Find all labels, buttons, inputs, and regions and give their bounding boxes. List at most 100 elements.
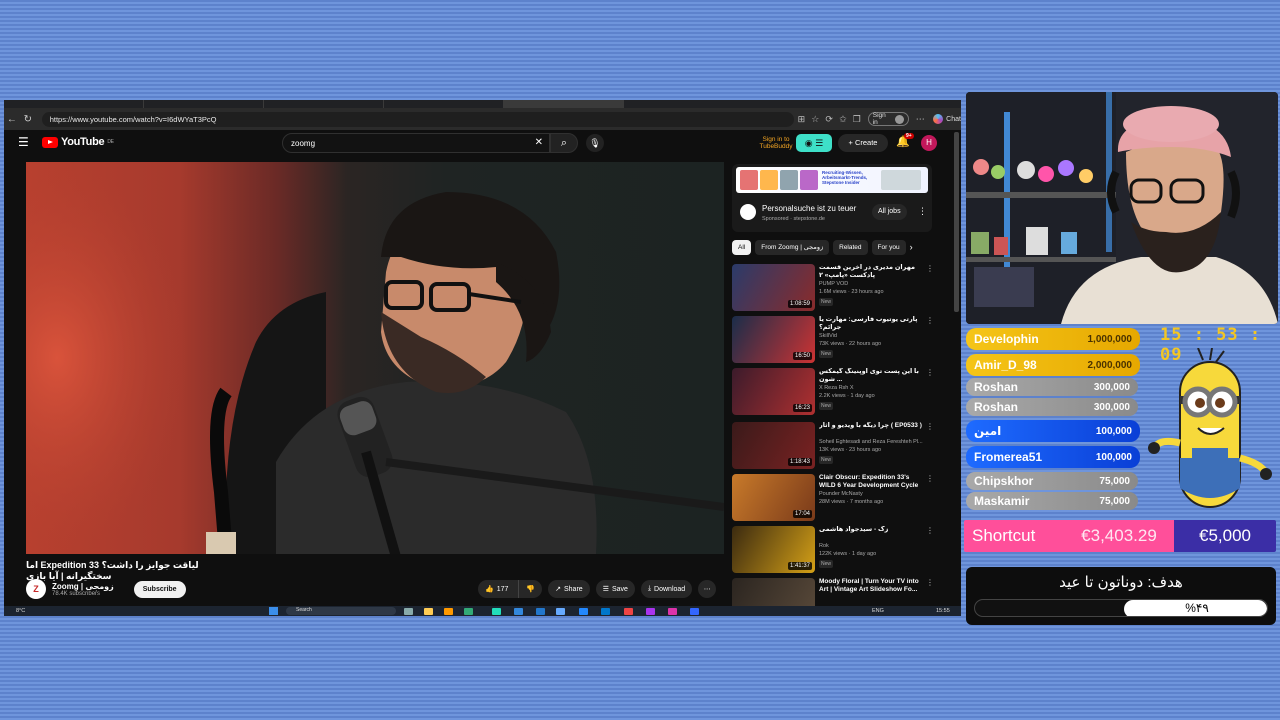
recommended-video[interactable]: 1:18:43 چرا دیگه با ویدیو و آثار ( EP0533… [732,422,934,472]
chat-button[interactable]: Chat [933,114,961,124]
more-options-icon[interactable]: ⋮ [926,526,934,535]
more-options-icon[interactable]: ⋮ [926,578,934,587]
goal-name: Shortcut [964,520,1064,552]
browser-tab[interactable] [264,100,384,108]
download-button[interactable]: ⤓ Download [640,580,693,598]
more-options-icon[interactable]: ⋮ [926,422,934,431]
taskbar-app-icon[interactable] [579,608,588,615]
taskbar-app-icon[interactable] [668,608,677,615]
video-title[interactable]: با این پست توی اوپنینگ گیمکس شون ... [819,368,923,384]
channel-name[interactable]: X Reza Rsh X [819,385,854,391]
ad-more-icon[interactable]: ⋮ [918,206,927,217]
voice-search-icon[interactable]: 🎙 [586,134,604,152]
taskbar-app-icon[interactable] [492,608,501,615]
back-icon[interactable]: ← [4,114,20,125]
video-title[interactable]: زک - سیدجواد هاشمی [819,526,923,534]
video-title[interactable]: پارتی یوتیوب فارسی: مهارت یا جرائم؟ [819,316,923,332]
recommended-video[interactable]: 1:41:37 زک - سیدجواد هاشمی Rok 122K views ·… [732,526,934,576]
refresh-icon[interactable]: ↻ [20,114,36,125]
channel-name[interactable]: Pounder McNasty [819,491,863,497]
taskbar-app-icon[interactable] [536,608,545,615]
video-thumbnail[interactable]: 16:50 [732,316,815,363]
youtube-logo[interactable]: YouTube DE [42,136,114,148]
chip-all[interactable]: All [732,240,752,255]
video-thumbnail[interactable]: 16:23 [732,368,815,415]
channel-name[interactable]: Soheil Eghtesadi and Reza Fereshteh Pl..… [819,439,923,445]
more-options-icon[interactable]: ⋮ [926,264,934,273]
grid-icon[interactable]: ⊞ [794,114,808,125]
more-actions-icon[interactable]: ⋯ [698,580,717,598]
taskbar-app-icon[interactable] [464,608,473,615]
tubebuddy-signin[interactable]: Sign in to TubeBuddy [756,136,796,150]
more-options-icon[interactable]: ⋮ [926,474,934,483]
taskbar-search[interactable]: Search [286,607,396,615]
avatar[interactable]: H [921,135,937,151]
language-indicator[interactable]: ENG [872,608,884,614]
video-thumbnail[interactable]: 1:41:37 [732,526,815,573]
subscribe-button[interactable]: Subscribe [133,580,186,598]
chevron-right-icon[interactable]: › [910,240,913,256]
taskbar-app-icon[interactable] [514,608,523,615]
channel-avatar[interactable]: Z [26,579,46,599]
favorites-icon[interactable]: ✩ [836,114,850,125]
taskbar-app-icon[interactable] [646,608,655,615]
dislike-button[interactable]: 👎 [518,580,542,598]
recommended-video[interactable]: 16:50 پارتی یوتیوب فارسی: مهارت یا جرائم؟… [732,316,934,366]
taskbar-app-icon[interactable] [601,608,610,615]
ad-banner[interactable]: Recruiting-Wissen, Arbeitsmarkt-Trends, … [736,167,928,193]
channel-name[interactable]: PUMP VOD [819,281,848,287]
url-field[interactable]: https://www.youtube.com/watch?v=I6dWYaT3… [41,111,795,127]
windows-start-icon[interactable] [269,607,278,615]
share-button[interactable]: ↗ Share [548,580,590,598]
browser-tab[interactable] [144,100,264,108]
menu-icon[interactable]: ☰ [18,135,29,149]
chip-from-channel[interactable]: From Zoomg | زومجی [755,240,830,255]
video-player[interactable] [26,162,724,554]
scrollbar[interactable] [954,132,959,312]
chip-related[interactable]: Related [833,240,868,255]
signin-button[interactable]: Sign in [867,112,910,126]
browser-tab[interactable] [24,100,144,108]
recommended-video[interactable]: 16:23 با این پست توی اوپنینگ گیمکس شون ..… [732,368,934,418]
extension-icon[interactable]: ⟳ [822,114,836,125]
channel-name[interactable]: SkillVid [819,333,837,339]
taskbar-app-icon[interactable] [424,608,433,615]
notifications-icon[interactable]: 🔔 9+ [896,133,914,148]
all-jobs-button[interactable]: All jobs [872,204,907,220]
video-thumbnail[interactable]: 17:04 [732,474,815,521]
video-title[interactable]: چرا دیگه با ویدیو و آثار ( EP0533 ) [819,422,923,430]
video-title[interactable]: Moody Floral | Turn Your TV into Art | V… [819,578,923,594]
taskbar-app-icon[interactable] [690,608,699,615]
like-button[interactable]: 👍 177 [478,580,515,598]
video-thumbnail[interactable]: 1:08:59 [732,264,815,311]
tubebuddy-menu-button[interactable]: ◉ ☰ [796,134,832,152]
more-icon[interactable]: ⋯ [913,114,927,125]
goal-current: €3,403.29 [1064,520,1174,552]
taskbar-app-icon[interactable] [556,608,565,615]
video-title[interactable]: Clair Obscur: Expedition 33's WILD 6 Yea… [819,474,923,490]
save-button[interactable]: ☰ Save [595,580,635,598]
recommended-video[interactable]: 17:04 Clair Obscur: Expedition 33's WILD … [732,474,934,524]
sponsored-ad[interactable]: Recruiting-Wissen, Arbeitsmarkt-Trends, … [732,164,932,232]
browser-tab-active[interactable] [504,100,624,108]
channel-name[interactable]: Zoomg | زومجی [52,582,114,591]
clear-search-icon[interactable]: ✕ [535,137,543,148]
weather-widget[interactable]: 8°C [16,608,25,614]
taskbar-app-icon[interactable] [444,608,453,615]
search-input[interactable]: zoomg ✕ [282,133,550,153]
video-thumbnail[interactable]: 1:18:43 [732,422,815,469]
taskbar-app-icon[interactable] [624,608,633,615]
like-count: 177 [496,585,509,593]
chip-for-you[interactable]: For you [871,240,906,255]
recommended-video[interactable]: 1:08:59 مهران مدیری در آخرین قسمت پادکست … [732,264,934,314]
create-button[interactable]: + Create [838,134,888,152]
search-button[interactable]: ⌕ [550,133,578,153]
more-options-icon[interactable]: ⋮ [926,368,934,377]
more-options-icon[interactable]: ⋮ [926,316,934,325]
star-icon[interactable]: ☆ [808,114,822,125]
browser-tab[interactable] [384,100,504,108]
taskbar-app-icon[interactable] [404,608,413,615]
video-title[interactable]: مهران مدیری در آخرین قسمت پادکست «پامپ» … [819,264,923,280]
collections-icon[interactable]: ❐ [850,114,864,125]
channel-name[interactable]: Rok [819,543,829,549]
